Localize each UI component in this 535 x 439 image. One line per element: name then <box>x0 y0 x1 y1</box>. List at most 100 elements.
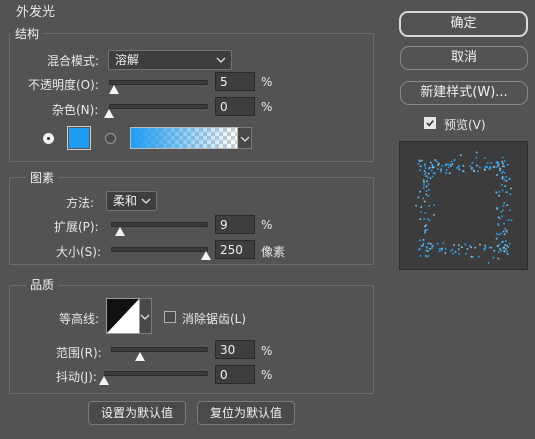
checkmark-icon <box>426 120 434 127</box>
make-default-button[interactable]: 设置为默认值 <box>88 401 186 425</box>
opacity-slider-thumb[interactable] <box>108 85 119 94</box>
glow-speck <box>496 232 498 235</box>
glow-speck <box>493 166 496 168</box>
glow-speck <box>428 219 431 222</box>
ok-button[interactable]: 确定 <box>399 11 528 37</box>
glow-speck <box>492 256 495 259</box>
glow-speck <box>417 163 420 165</box>
noise-slider-thumb[interactable] <box>104 109 114 118</box>
spread-label: 扩展(P): <box>54 220 99 234</box>
contour-dropdown-button[interactable] <box>140 298 152 334</box>
glow-speck <box>499 167 501 170</box>
glow-speck <box>488 168 490 170</box>
glow-speck <box>501 177 504 180</box>
glow-speck <box>450 165 452 167</box>
glow-speck <box>477 170 479 173</box>
chevron-down-icon <box>216 57 226 63</box>
reset-default-button[interactable]: 复位为默认值 <box>197 401 295 425</box>
jitter-unit: % <box>261 368 273 382</box>
spread-input[interactable]: 9 <box>215 215 255 234</box>
gradient-picker[interactable] <box>130 127 238 149</box>
glow-speck <box>493 250 496 252</box>
glow-speck <box>425 249 427 252</box>
glow-speck <box>440 170 442 173</box>
glow-speck <box>508 243 511 245</box>
glow-color-swatch[interactable] <box>67 126 91 150</box>
glow-speck <box>501 215 503 217</box>
glow-speck <box>450 250 452 252</box>
glow-speck <box>432 172 435 174</box>
glow-speck <box>429 177 432 180</box>
glow-speck <box>449 163 452 166</box>
jitter-slider-thumb[interactable] <box>99 376 109 385</box>
range-slider-thumb[interactable] <box>134 352 145 361</box>
method-select[interactable]: 柔和 <box>106 191 157 211</box>
glow-speck <box>445 169 448 171</box>
cancel-button[interactable]: 取消 <box>400 46 528 70</box>
antialias-label[interactable]: 消除锯齿(L) <box>182 310 246 327</box>
jitter-slider-track[interactable] <box>104 371 208 376</box>
chevron-down-icon <box>240 136 250 142</box>
spread-slider-track[interactable] <box>111 222 208 227</box>
glow-speck <box>509 209 511 212</box>
chevron-down-icon <box>141 198 151 204</box>
preview-checkbox[interactable] <box>424 117 436 129</box>
contour-label: 等高线: <box>59 312 100 326</box>
noise-slider-track[interactable] <box>109 104 208 109</box>
spread-slider-thumb[interactable] <box>114 227 125 236</box>
noise-input[interactable]: 0 <box>215 97 255 116</box>
glow-speck <box>445 172 447 174</box>
opacity-slider-track[interactable] <box>109 80 208 85</box>
glow-speck <box>425 175 428 177</box>
glow-speck <box>506 204 509 206</box>
glow-speck <box>463 170 465 173</box>
glow-speck <box>479 243 481 246</box>
glow-speck <box>442 242 445 244</box>
antialias-checkbox[interactable] <box>164 311 176 323</box>
size-input[interactable]: 250 <box>215 240 255 259</box>
solid-color-radio[interactable] <box>43 133 54 144</box>
glow-speck <box>441 247 443 250</box>
glow-speck <box>424 225 426 228</box>
preview-label[interactable]: 预览(V) <box>444 116 486 133</box>
glow-speck <box>507 164 509 166</box>
glow-speck <box>431 247 433 249</box>
glow-speck <box>504 244 507 246</box>
jitter-input[interactable]: 0 <box>215 365 255 384</box>
opacity-input[interactable]: 5 <box>215 72 255 91</box>
glow-speck <box>422 179 425 182</box>
glow-speck <box>420 211 422 213</box>
gradient-radio[interactable] <box>105 133 116 144</box>
glow-speck <box>469 165 472 167</box>
contour-picker[interactable] <box>106 298 140 334</box>
glow-speck <box>510 187 512 190</box>
glow-speck <box>498 191 501 193</box>
glow-speck <box>462 165 465 167</box>
glow-speck <box>484 246 487 249</box>
glow-speck <box>473 169 475 172</box>
blend-mode-select[interactable]: 溶解 <box>108 50 232 70</box>
size-slider-track[interactable] <box>111 247 208 252</box>
glow-speck <box>424 229 427 232</box>
glow-speck <box>509 193 512 195</box>
glow-speck <box>441 165 443 167</box>
glow-speck <box>496 174 498 176</box>
glow-speck <box>428 172 430 175</box>
size-slider-thumb[interactable] <box>201 251 211 260</box>
glow-speck <box>477 255 480 258</box>
range-input[interactable]: 30 <box>215 340 255 359</box>
glow-speck <box>505 248 507 250</box>
glow-speck <box>471 162 474 164</box>
glow-speck <box>504 227 506 230</box>
glow-speck <box>506 250 508 253</box>
radio-dot-icon <box>47 137 50 140</box>
glow-speck <box>489 246 491 249</box>
gradient-dropdown-button[interactable] <box>238 127 252 149</box>
blend-mode-value: 溶解 <box>115 53 140 67</box>
glow-speck <box>437 168 439 170</box>
range-slider-track[interactable] <box>111 347 208 352</box>
glow-speck <box>458 168 460 170</box>
glow-speck <box>498 251 500 253</box>
glow-speck <box>458 244 460 247</box>
new-style-button[interactable]: 新建样式(W)... <box>400 81 528 105</box>
